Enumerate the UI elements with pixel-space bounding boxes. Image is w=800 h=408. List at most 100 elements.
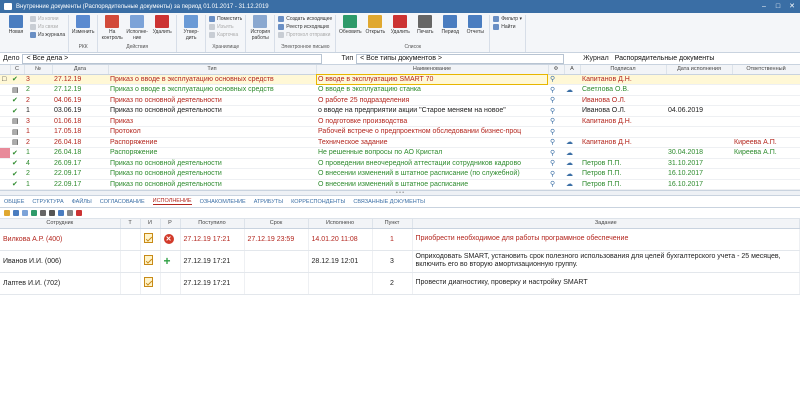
journal-select[interactable]: Распорядительные документы [612,54,800,64]
detail-column-header[interactable]: Пункт [372,219,413,229]
detail-column-header[interactable]: Т [120,219,141,229]
detail-column-header[interactable]: И [140,219,161,229]
row-mark[interactable]: □ [0,74,10,85]
table-row[interactable]: □ ✔ 3 27.12.19 Приказ о вводе в эксплуатацию… [0,74,800,85]
detail-column-header[interactable]: Сотрудник [0,219,121,229]
row-mark[interactable] [0,179,10,190]
ribbon-small-button[interactable]: Найти [493,23,522,30]
column-header[interactable]: Дата исполнения [666,65,733,75]
tab-4[interactable]: ИСПОЛНЕНИЕ [152,198,192,205]
attachment-icon[interactable]: ⚲ [548,116,564,127]
table-row[interactable]: ✔ 2 04.06.19 Приказ по основной деятельност… [0,95,800,106]
attachment-icon[interactable]: ⚲ [548,84,564,96]
column-header[interactable]: Ответственный [732,65,800,75]
detail-column-header[interactable]: Срок [244,219,309,229]
refresh-icon[interactable] [31,210,37,216]
add-icon[interactable] [4,210,10,216]
detail-column-header[interactable]: Поступило [180,219,245,229]
ribbon-small-button[interactable]: Фильтр ▾ [493,15,522,22]
column-header[interactable]: А [564,65,581,75]
attachment-icon[interactable]: ⚲ [548,168,564,180]
ribbon-small-button[interactable]: Из связи [30,23,65,30]
remove-button[interactable]: Удалить [389,15,411,35]
table-row[interactable]: ✔ 1 03.06.19 Приказ по основной деятельност… [0,105,800,117]
row-mark[interactable] [0,126,10,138]
row-mark[interactable] [0,168,10,180]
tab-8[interactable]: СВЯЗАННЫЕ ДОКУМЕНТЫ [353,199,425,205]
search-icon[interactable] [49,210,55,216]
column-header[interactable]: Подписал [580,65,667,75]
table-row[interactable]: ✔ 1 22.09.17 Приказ по основной деятельност… [0,179,800,190]
ribbon-small-button[interactable]: Из журнала [30,31,65,38]
table-row[interactable]: ▤ 1 17.05.18 Протокол Рабочей встрече о пред… [0,126,800,138]
row-mark[interactable] [0,84,10,96]
print-button[interactable]: Печать [414,15,436,35]
execution-button[interactable]: Исполне-ние [126,15,148,41]
refresh-button[interactable]: Обновить [339,15,362,35]
attachment-icon[interactable]: ⚲ [548,137,564,148]
list-icon[interactable] [40,210,46,216]
column-header[interactable] [0,65,11,75]
row-mark[interactable] [0,147,10,159]
delo-select[interactable]: < Все дела > [22,53,323,64]
tab-2[interactable]: ФАЙЛЫ [72,199,92,205]
edit-icon[interactable] [13,210,19,216]
column-header[interactable]: С [10,65,25,75]
row-mark[interactable] [0,116,10,127]
tab-7[interactable]: КОРРЕСПОНДЕНТЫ [291,199,345,205]
attachment-icon[interactable]: ⚲ [548,95,564,106]
ribbon-small-button[interactable]: Протокол отправки [278,31,332,38]
table-row[interactable]: ▤ 2 26.04.18 Распоряжение Техническое задани… [0,137,800,148]
detail-column-header[interactable]: Задание [412,219,800,229]
column-header[interactable]: Ф [548,65,565,75]
control-button[interactable]: На контроль [101,15,123,41]
reports-button[interactable]: Отчеты [464,15,486,35]
column-header[interactable]: Наименование [316,65,549,75]
detail-column-header[interactable]: Исполнено [308,219,373,229]
attachment-icon[interactable]: ⚲ [548,126,564,138]
delete-button[interactable]: Удалить [151,15,173,35]
attachment-icon[interactable]: ⚲ [548,158,564,169]
period-button[interactable]: Период [439,15,461,35]
edit-button[interactable]: Изменить [72,15,94,35]
attachment-icon[interactable]: ⚲ [548,147,564,159]
copy-icon[interactable] [22,210,28,216]
ribbon-small-button[interactable]: Реестр исходящих [278,23,332,30]
ribbon-small-button[interactable]: Изъять [209,23,242,30]
row-mark[interactable] [0,95,10,106]
table-row[interactable]: ▤ 3 01.06.18 Приказ О подготовке производств… [0,116,800,127]
approve-button[interactable]: Утвер-дить [180,15,202,41]
minimize-button[interactable]: – [758,1,770,11]
tab-6[interactable]: АТРИБУТЫ [254,199,283,205]
table-row[interactable]: ✔ 2 22.09.17 Приказ по основной деятельност… [0,168,800,180]
close-button[interactable]: ✕ [786,1,798,11]
new-doc-button[interactable]: Новая [5,15,27,35]
ribbon-small-button[interactable]: Карточка [209,31,242,38]
tab-3[interactable]: СОГЛАСОВАНИЕ [100,199,145,205]
settings-icon[interactable] [67,210,73,216]
maximize-button[interactable]: □ [772,1,784,11]
column-header[interactable]: Дата [52,65,109,75]
export-icon[interactable] [76,210,82,216]
table-row[interactable]: ▤ 2 27.12.19 Приказ о вводе в эксплуатацию … [0,84,800,96]
tab-0[interactable]: ОБЩЕЕ [4,199,24,205]
column-header[interactable]: Тип [108,65,317,75]
column-header[interactable]: № [24,65,53,75]
row-mark[interactable] [0,105,10,117]
row-mark[interactable] [0,137,10,148]
execution-row[interactable]: Иванов И.И. (006) +27.12.19 17:21 28.12.19… [0,250,800,273]
attachment-icon[interactable]: ⚲ [548,105,564,117]
type-select[interactable]: < Все типы документов > [356,53,565,64]
execution-row[interactable]: Лаптев И.И. (702) 27.12.19 17:21 2 Провести… [0,272,800,295]
attachment-icon[interactable]: ⚲ [548,179,564,190]
table-row[interactable]: ✔ 4 26.09.17 Приказ по основной деятельност… [0,158,800,169]
attachment-icon[interactable]: ⚲ [548,74,564,85]
tab-5[interactable]: ОЗНАКОМЛЕНИЕ [200,199,246,205]
tab-1[interactable]: СТРУКТУРА [32,199,63,205]
row-mark[interactable] [0,158,10,169]
execution-row[interactable]: Вилкова А.Р. (400) ✕ 27.12.19 17:21 27.12.1… [0,228,800,251]
detail-column-header[interactable]: Р [160,219,181,229]
filter-icon[interactable] [58,210,64,216]
open-button[interactable]: Открыть [364,15,386,35]
ribbon-small-button[interactable]: Поместить [209,15,242,22]
